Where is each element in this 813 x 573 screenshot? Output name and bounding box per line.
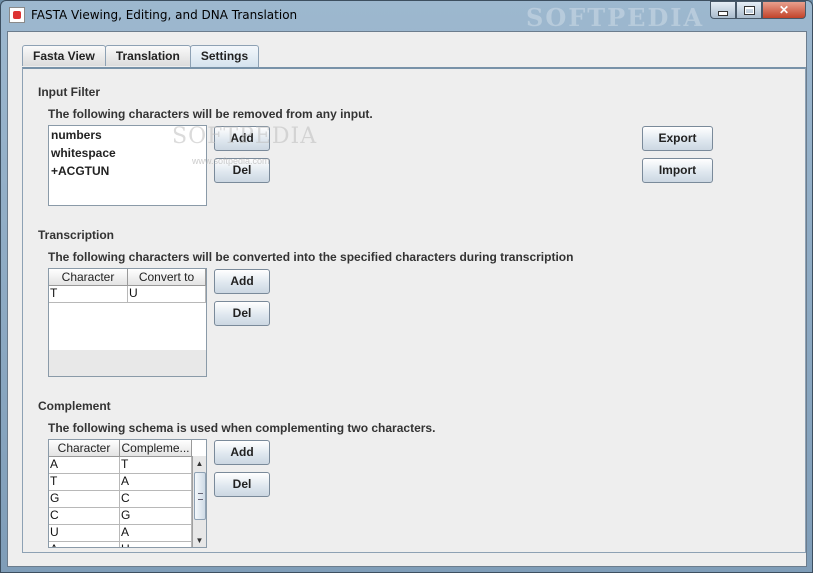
table-row[interactable]: T A (49, 474, 192, 491)
close-button[interactable]: ✕ (762, 1, 806, 19)
column-header-character[interactable]: Character (49, 440, 120, 456)
transcription-description: The following characters will be convert… (48, 250, 574, 264)
complement-add-button[interactable]: Add (214, 440, 270, 465)
table-cell[interactable]: U (49, 525, 120, 541)
table-row[interactable]: A T (49, 457, 192, 474)
tab-fasta-view[interactable]: Fasta View (22, 45, 106, 66)
table-cell[interactable]: G (120, 508, 192, 524)
table-cell[interactable]: G (49, 491, 120, 507)
app-window: FASTA Viewing, Editing, and DNA Translat… (0, 0, 813, 573)
table-cell[interactable]: T (49, 474, 120, 490)
tab-settings[interactable]: Settings (189, 45, 260, 67)
complement-description: The following schema is used when comple… (48, 421, 436, 435)
list-item[interactable]: +ACGTUN (49, 162, 206, 180)
table-header: Character Compleme... (49, 440, 192, 457)
content-watermark-url: www.softpedia.com (192, 156, 270, 166)
complement-table[interactable]: Character Compleme... A T T A G C C G U … (48, 439, 207, 548)
settings-panel: Input Filter The following characters wi… (22, 67, 806, 553)
table-cell[interactable]: C (49, 508, 120, 524)
transcription-del-button[interactable]: Del (214, 301, 270, 326)
table-cell[interactable]: A (120, 525, 192, 541)
transcription-add-button[interactable]: Add (214, 269, 270, 294)
table-empty-area (49, 350, 206, 376)
grip-icon (198, 493, 203, 500)
minimize-button[interactable] (710, 1, 736, 19)
watermark: SOFTPEDIA (526, 3, 705, 32)
table-cell[interactable]: A (49, 457, 120, 473)
table-row[interactable]: C G (49, 508, 192, 525)
tab-translation[interactable]: Translation (104, 45, 191, 66)
table-row[interactable]: A U (49, 542, 192, 547)
table-row[interactable]: U A (49, 525, 192, 542)
table-row[interactable]: G C (49, 491, 192, 508)
scroll-down-icon[interactable]: ▼ (193, 533, 206, 547)
table-cell[interactable]: A (120, 474, 192, 490)
input-filter-description: The following characters will be removed… (48, 107, 373, 121)
table-row[interactable]: T U (49, 286, 206, 303)
export-button[interactable]: Export (642, 126, 713, 151)
column-header-character[interactable]: Character (49, 269, 128, 285)
table-cell[interactable]: T (120, 457, 192, 473)
column-header-convert-to[interactable]: Convert to (128, 269, 206, 285)
input-filter-heading: Input Filter (38, 85, 100, 99)
maximize-icon (743, 5, 755, 15)
scroll-up-icon[interactable]: ▲ (193, 456, 206, 470)
table-header: Character Convert to (49, 269, 206, 286)
close-icon: ✕ (778, 3, 790, 17)
minimize-icon (718, 10, 728, 16)
transcription-heading: Transcription (38, 228, 115, 242)
window-controls: ✕ (710, 1, 806, 21)
java-app-icon (9, 7, 25, 23)
table-cell[interactable]: U (120, 542, 192, 547)
transcription-table[interactable]: Character Convert to T U (48, 268, 207, 377)
table-cell[interactable]: T (49, 286, 128, 302)
content-watermark: SOFTPEDIA (172, 124, 318, 149)
tab-strip: Fasta View Translation Settings (22, 45, 260, 67)
complement-del-button[interactable]: Del (214, 472, 270, 497)
table-cell[interactable]: A (49, 542, 120, 547)
window-title: FASTA Viewing, Editing, and DNA Translat… (31, 8, 298, 22)
import-button[interactable]: Import (642, 158, 713, 183)
complement-scrollbar[interactable]: ▲ ▼ (192, 456, 206, 547)
table-cell[interactable]: C (120, 491, 192, 507)
maximize-button[interactable] (736, 1, 762, 19)
scrollbar-thumb[interactable] (194, 472, 206, 520)
column-header-complement[interactable]: Compleme... (120, 440, 192, 456)
client-area: Fasta View Translation Settings Input Fi… (7, 31, 807, 567)
title-bar[interactable]: FASTA Viewing, Editing, and DNA Translat… (1, 1, 812, 32)
complement-heading: Complement (38, 399, 111, 413)
table-cell[interactable]: U (128, 286, 206, 302)
